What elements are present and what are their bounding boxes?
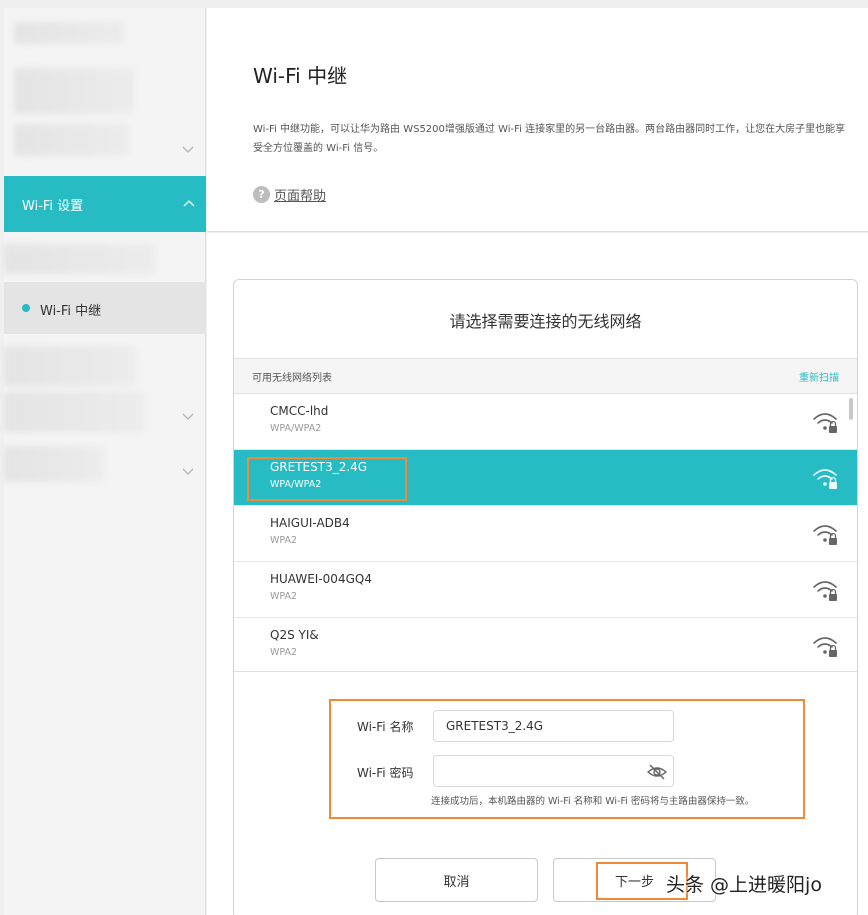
network-name: HAIGUI-ADB4 <box>270 516 350 530</box>
panel-title: 请选择需要连接的无线网络 <box>449 312 642 331</box>
network-row[interactable]: Q2S YI& WPA2 <box>234 618 857 671</box>
active-dot <box>22 304 30 312</box>
wifi-lock-icon <box>813 637 837 657</box>
network-row[interactable]: CMCC-lhd WPA/WPA2 <box>234 394 857 450</box>
page-title: Wi-Fi 中继 <box>253 64 348 88</box>
network-security: WPA2 <box>270 647 298 658</box>
network-list: CMCC-lhd WPA/WPA2 GRETEST3_2.4G WPA/WPA2… <box>234 394 857 672</box>
sidebar-item-label: Wi-Fi 中继 <box>40 304 102 319</box>
network-list-scrollbar[interactable] <box>849 398 853 420</box>
blurred-menu-item <box>4 392 144 432</box>
chevron-down-icon[interactable] <box>181 463 195 477</box>
network-row[interactable]: HUAWEI-004GQ4 WPA2 <box>234 562 857 618</box>
wifi-lock-icon <box>813 469 837 489</box>
network-security: WPA/WPA2 <box>270 423 322 434</box>
page-help-link[interactable]: ? 页面帮助 <box>253 185 326 204</box>
network-security: WPA2 <box>270 591 298 602</box>
sidebar-section-wifi-settings[interactable]: Wi-Fi 设置 <box>4 176 206 232</box>
blurred-menu-item <box>4 446 104 482</box>
network-row[interactable]: HAIGUI-ADB4 WPA2 <box>234 506 857 562</box>
network-list-title: 可用无线网络列表 <box>252 373 332 384</box>
sidebar-section-label: Wi-Fi 设置 <box>22 199 84 214</box>
network-name: CMCC-lhd <box>270 404 329 418</box>
network-name: Q2S YI& <box>270 628 319 642</box>
highlight-selected-network <box>247 457 407 501</box>
highlight-form <box>329 699 805 819</box>
blurred-menu-item <box>14 68 134 114</box>
rescan-link[interactable]: 重新扫描 <box>799 369 839 384</box>
watermark: 头条 @上进暖阳jo <box>666 874 822 896</box>
help-label: 页面帮助 <box>274 189 327 204</box>
wifi-lock-icon <box>813 413 837 433</box>
wifi-lock-icon <box>813 525 837 545</box>
network-security: WPA2 <box>270 535 298 546</box>
chevron-up-icon <box>182 196 196 210</box>
page-header: Wi-Fi 中继 Wi-Fi 中继功能，可以让华为路由 WS5200增强版通过 … <box>207 8 868 232</box>
help-icon: ? <box>253 186 270 203</box>
wifi-lock-icon <box>813 581 837 601</box>
sidebar-item-wifi-repeater[interactable]: Wi-Fi 中继 <box>4 282 206 334</box>
blurred-menu-item <box>4 244 154 274</box>
blurred-menu-item <box>14 124 129 156</box>
blurred-menu-item <box>4 346 136 386</box>
chevron-down-icon[interactable] <box>181 408 195 422</box>
sidebar: Wi-Fi 设置 Wi-Fi 中继 <box>4 8 206 915</box>
cancel-button[interactable]: 取消 <box>375 858 538 902</box>
network-select-panel: 请选择需要连接的无线网络 可用无线网络列表 重新扫描 CMCC-lhd WPA/… <box>233 279 858 915</box>
blurred-menu-item <box>14 22 124 44</box>
page-description: Wi-Fi 中继功能，可以让华为路由 WS5200增强版通过 Wi-Fi 连接家… <box>253 124 846 154</box>
network-list-header: 可用无线网络列表 重新扫描 <box>234 358 857 394</box>
chevron-down-icon[interactable] <box>181 141 195 155</box>
network-name: HUAWEI-004GQ4 <box>270 572 372 586</box>
